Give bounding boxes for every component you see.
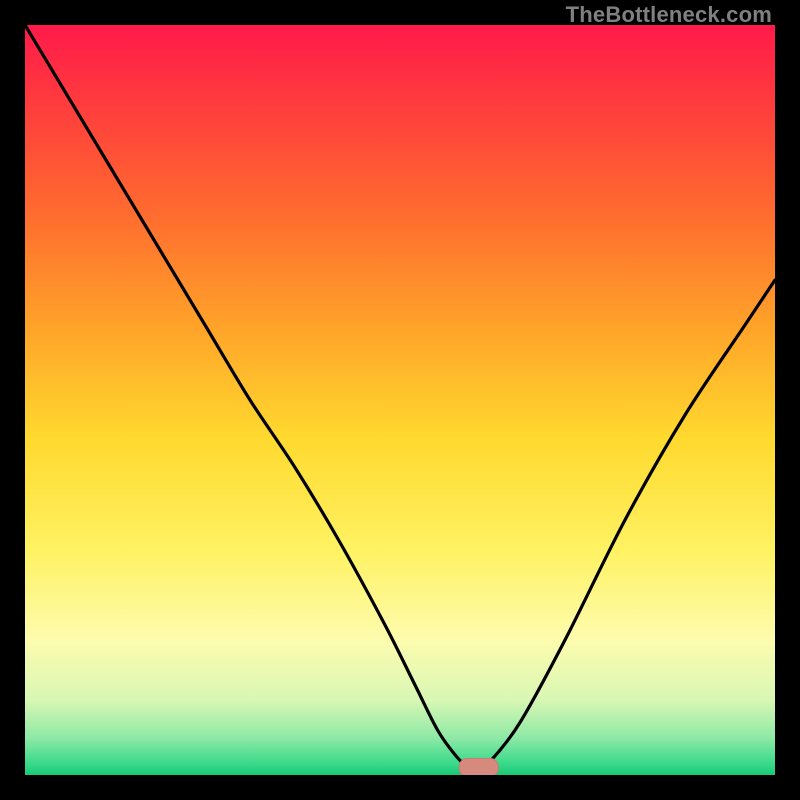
optimum-marker <box>459 759 498 776</box>
gradient-background <box>25 25 775 775</box>
watermark-text: TheBottleneck.com <box>566 2 772 28</box>
chart-svg <box>25 25 775 775</box>
chart-frame: TheBottleneck.com <box>0 0 800 800</box>
plot-area <box>25 25 775 775</box>
